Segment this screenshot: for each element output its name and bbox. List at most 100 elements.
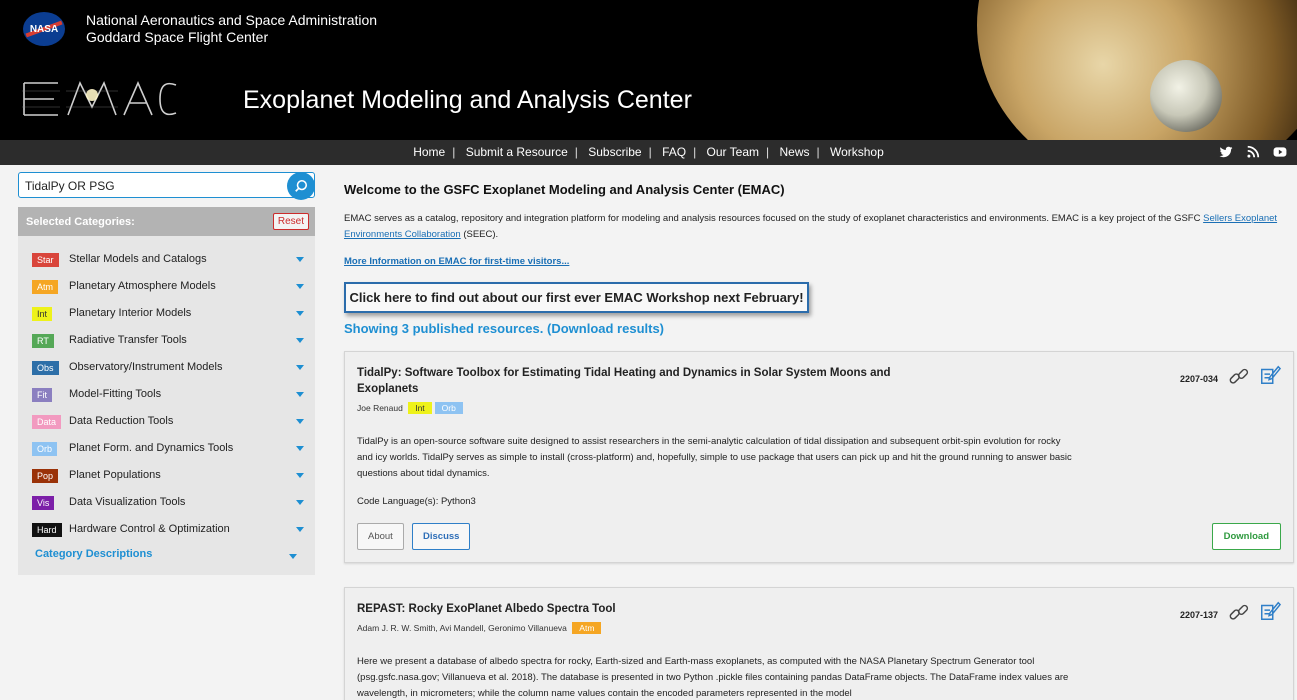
main-content: Welcome to the GSFC Exoplanet Modeling a… <box>344 165 1297 700</box>
top-nav: Home | Submit a Resource | Subscribe | FAQ |… <box>0 140 1297 165</box>
nav-separator: | <box>816 145 820 159</box>
chevron-down-icon[interactable] <box>296 392 304 397</box>
nav-workshop[interactable]: Workshop <box>830 145 884 159</box>
search-icon <box>295 179 308 192</box>
chevron-down-icon[interactable] <box>289 554 297 559</box>
resource-title[interactable]: TidalPy: Software Toolbox for Estimating… <box>357 365 897 397</box>
chevron-down-icon[interactable] <box>296 473 304 478</box>
discuss-button[interactable]: Discuss <box>412 523 471 550</box>
rss-icon[interactable] <box>1246 145 1260 159</box>
category-item[interactable]: Pop Planet Populations <box>32 466 304 486</box>
nasa-logo[interactable]: NASA <box>23 12 65 46</box>
edit-note-icon[interactable] <box>1259 364 1281 386</box>
edit-note-icon[interactable] <box>1259 600 1281 622</box>
category-label: Planet Populations <box>69 469 161 481</box>
category-item[interactable]: RT Radiative Transfer Tools <box>32 331 304 351</box>
twitter-icon[interactable] <box>1219 145 1233 159</box>
nav-faq[interactable]: FAQ <box>662 145 686 159</box>
nav-separator: | <box>693 145 697 159</box>
site-title: Exoplanet Modeling and Analysis Center <box>243 86 692 114</box>
category-label: Observatory/Instrument Models <box>69 361 223 373</box>
selected-categories-label: Selected Categories: <box>26 216 135 228</box>
intro-text-end: (SEEC). <box>460 229 499 240</box>
download-results-link[interactable]: (Download results) <box>547 321 664 336</box>
download-button[interactable]: Download <box>1211 523 1281 550</box>
tag-orb[interactable]: Orb <box>434 402 463 414</box>
nav-news[interactable]: News <box>779 145 809 159</box>
search-button[interactable] <box>287 172 315 200</box>
search-box <box>18 172 315 200</box>
intro-text-start: EMAC serves as a catalog, repository and… <box>344 213 1204 224</box>
category-label: Data Reduction Tools <box>69 415 174 427</box>
category-item[interactable]: Orb Planet Form. and Dynamics Tools <box>32 439 304 459</box>
category-badge: Pop <box>32 469 59 483</box>
nav-separator: | <box>452 145 456 159</box>
category-badge: Star <box>32 253 59 267</box>
resource-title[interactable]: REPAST: Rocky ExoPlanet Albedo Spectra T… <box>357 601 897 617</box>
nav-our-team[interactable]: Our Team <box>707 145 759 159</box>
author-names: Joe Renaud <box>357 403 403 413</box>
results-count-text: Showing 3 published resources. <box>344 321 544 336</box>
more-info-link[interactable]: More Information on EMAC for first-time … <box>344 256 569 267</box>
category-label: Hardware Control & Optimization <box>69 523 230 535</box>
category-badge: Orb <box>32 442 58 456</box>
chevron-down-icon[interactable] <box>296 419 304 424</box>
author-names: Adam J. R. W. Smith, Avi Mandell, Geroni… <box>357 623 567 633</box>
nav-submit-resource[interactable]: Submit a Resource <box>466 145 568 159</box>
reset-button[interactable]: Reset <box>272 213 309 230</box>
selected-categories-header: Selected Categories: Reset <box>18 207 315 236</box>
resource-language: Code Language(s): Python3 <box>357 496 476 507</box>
nav-home[interactable]: Home <box>413 145 445 159</box>
category-label: Planetary Interior Models <box>69 307 192 319</box>
category-badge: Vis <box>32 496 55 510</box>
social-links <box>1219 145 1287 159</box>
nav-links: Home | Submit a Resource | Subscribe | FAQ |… <box>0 145 1297 159</box>
category-label: Model-Fitting Tools <box>69 388 162 400</box>
category-label: Planetary Atmosphere Models <box>69 280 216 292</box>
category-badge: Hard <box>32 523 62 537</box>
emac-logo[interactable] <box>20 77 180 122</box>
category-badge: Atm <box>32 280 59 294</box>
category-badge: Int <box>32 307 53 321</box>
category-item[interactable]: Int Planetary Interior Models <box>32 304 304 324</box>
agency-name: National Aeronautics and Space Administr… <box>86 12 377 46</box>
flare-icon <box>86 89 98 101</box>
workshop-button[interactable]: Click here to find out about our first e… <box>344 282 809 313</box>
chevron-down-icon[interactable] <box>296 311 304 316</box>
nav-subscribe[interactable]: Subscribe <box>588 145 641 159</box>
category-descriptions-link[interactable]: Category Descriptions <box>35 548 152 560</box>
search-input[interactable] <box>19 173 279 199</box>
chevron-down-icon[interactable] <box>296 500 304 505</box>
category-item[interactable]: Obs Observatory/Instrument Models <box>32 358 304 378</box>
tag-int[interactable]: Int <box>408 402 432 414</box>
chevron-down-icon[interactable] <box>296 365 304 370</box>
link-icon[interactable] <box>1228 602 1250 624</box>
chevron-down-icon[interactable] <box>296 446 304 451</box>
nav-separator: | <box>648 145 652 159</box>
category-label: Radiative Transfer Tools <box>69 334 187 346</box>
chevron-down-icon[interactable] <box>296 257 304 262</box>
category-item[interactable]: Hard Hardware Control & Optimization <box>32 520 304 540</box>
resource-authors: Joe Renaud Int Orb <box>357 402 463 414</box>
results-count: Showing 3 published resources. (Download… <box>344 321 664 336</box>
resource-id: 2207-034 <box>1179 374 1218 384</box>
youtube-icon[interactable] <box>1273 145 1287 159</box>
category-item[interactable]: Star Stellar Models and Catalogs <box>32 250 304 270</box>
about-button[interactable]: About <box>357 523 404 550</box>
agency-line2: Goddard Space Flight Center <box>86 29 269 45</box>
chevron-down-icon[interactable] <box>296 284 304 289</box>
tag-atm[interactable]: Atm <box>572 622 602 634</box>
chevron-down-icon[interactable] <box>296 338 304 343</box>
resource-description: Here we present a database of albedo spe… <box>357 656 1069 699</box>
link-icon[interactable] <box>1228 366 1250 388</box>
category-item[interactable]: Fit Model-Fitting Tools <box>32 385 304 405</box>
chevron-down-icon[interactable] <box>296 527 304 532</box>
intro-text: EMAC serves as a catalog, repository and… <box>344 211 1294 243</box>
welcome-heading: Welcome to the GSFC Exoplanet Modeling a… <box>344 182 785 197</box>
resource-authors: Adam J. R. W. Smith, Avi Mandell, Geroni… <box>357 622 602 634</box>
category-item[interactable]: Atm Planetary Atmosphere Models <box>32 277 304 297</box>
category-item[interactable]: Vis Data Visualization Tools <box>32 493 304 513</box>
category-item[interactable]: Data Data Reduction Tools <box>32 412 304 432</box>
category-badge: Fit <box>32 388 52 402</box>
resource-card-repast: REPAST: Rocky ExoPlanet Albedo Spectra T… <box>344 587 1294 700</box>
